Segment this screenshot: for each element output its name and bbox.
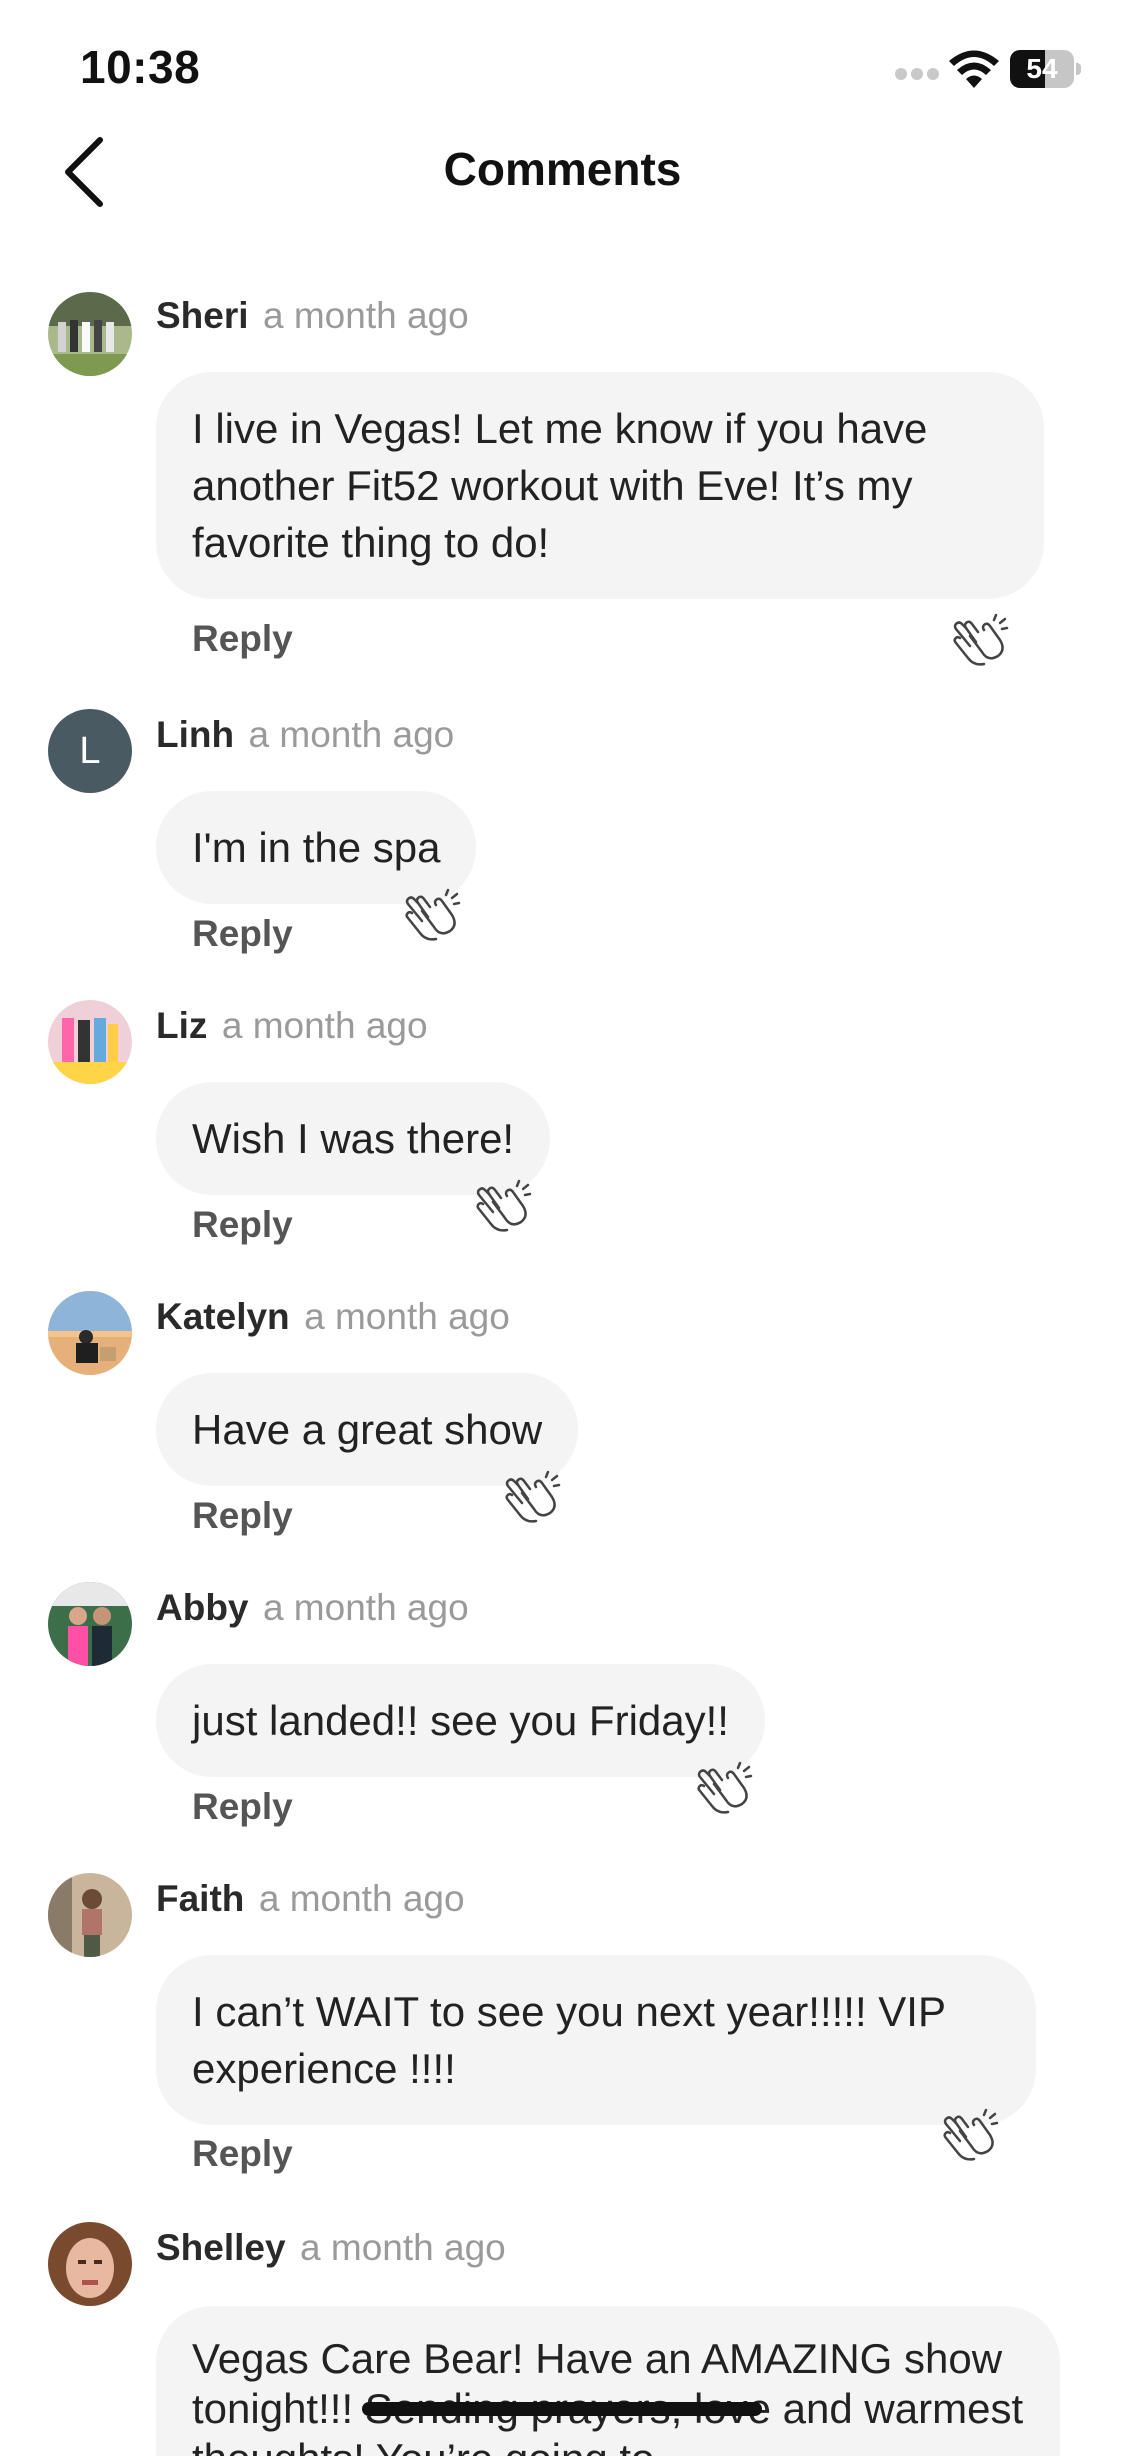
avatar[interactable]: L [48, 709, 132, 793]
comment-bubble: I live in Vegas! Let me know if you have… [156, 372, 1044, 599]
comment-author[interactable]: Abby [156, 1587, 249, 1628]
status-time: 10:38 [80, 41, 201, 93]
avatar[interactable] [48, 1000, 132, 1084]
clap-icon[interactable] [940, 2107, 1000, 2167]
comment-bubble: Vegas Care Bear! Have an AMAZING show to… [156, 2306, 1060, 2456]
status-bar: 10:38 54 [0, 0, 1125, 130]
reply-button[interactable]: Reply [192, 2133, 293, 2175]
reply-button[interactable]: Reply [192, 1204, 293, 1246]
wifi-icon [949, 50, 999, 88]
avatar-initial: L [48, 709, 132, 793]
comment-meta: Abby a month ago [156, 1580, 469, 1636]
comment-meta: Faith a month ago [156, 1871, 465, 1927]
comment-timestamp: a month ago [300, 2227, 506, 2268]
navigation-bar: Comments [0, 120, 1125, 220]
page-title: Comments [443, 143, 682, 195]
comment-author[interactable]: Katelyn [156, 1296, 290, 1337]
reply-button[interactable]: Reply [192, 1495, 293, 1537]
comment-meta: Katelyn a month ago [156, 1289, 510, 1345]
avatar[interactable] [48, 1291, 132, 1375]
avatar[interactable] [48, 1582, 132, 1666]
comment-meta: Sheri a month ago [156, 288, 469, 344]
home-indicator[interactable] [362, 2402, 762, 2416]
comment-bubble: just landed!! see you Friday!! [156, 1664, 765, 1777]
comment-meta: Shelley a month ago [156, 2220, 506, 2276]
comment-timestamp: a month ago [263, 295, 469, 336]
comment-timestamp: a month ago [248, 714, 455, 755]
cellular-signal-icon [895, 68, 939, 82]
avatar[interactable] [48, 1873, 132, 1957]
comment-author[interactable]: Liz [156, 1005, 207, 1046]
comment-author[interactable]: Shelley [156, 2227, 286, 2268]
comment-timestamp: a month ago [221, 1005, 428, 1046]
comment-meta: Liz a month ago [156, 998, 428, 1054]
comment-timestamp: a month ago [304, 1296, 510, 1337]
comment-meta: Linh a month ago [156, 707, 454, 763]
clap-icon[interactable] [473, 1178, 533, 1238]
comment-timestamp: a month ago [258, 1878, 465, 1919]
comment-author[interactable]: Faith [156, 1878, 244, 1919]
comment-author[interactable]: Sheri [156, 295, 249, 336]
comment-timestamp: a month ago [262, 1587, 469, 1628]
reply-button[interactable]: Reply [192, 913, 293, 955]
avatar[interactable] [48, 292, 132, 376]
battery-icon: 54 [1010, 50, 1082, 88]
avatar[interactable] [48, 2222, 132, 2306]
reply-button[interactable]: Reply [192, 1786, 293, 1828]
clap-icon[interactable] [950, 612, 1010, 672]
clap-icon[interactable] [694, 1760, 754, 1820]
reply-button[interactable]: Reply [192, 618, 293, 660]
clap-icon[interactable] [402, 887, 462, 947]
clap-icon[interactable] [502, 1469, 562, 1529]
comment-author[interactable]: Linh [156, 714, 234, 755]
comment-bubble: I can’t WAIT to see you next year!!!!! V… [156, 1955, 1036, 2125]
battery-level: 54 [1026, 53, 1058, 84]
